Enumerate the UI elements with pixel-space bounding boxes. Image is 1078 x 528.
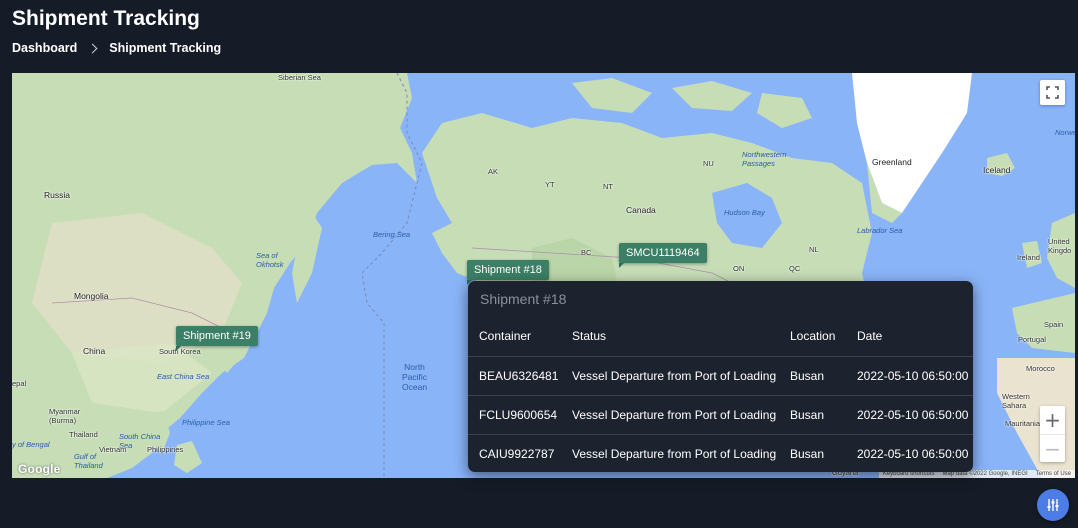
map-label-iceland: Iceland: [983, 165, 1011, 175]
map-label-canada: Canada: [626, 205, 656, 215]
container-table: Container Status Location Date BEAU63264…: [468, 317, 973, 473]
column-header-status: Status: [561, 317, 779, 357]
cell-container: CAIU9922787: [479, 446, 555, 461]
sliders-icon: [1047, 499, 1059, 511]
breadcrumb: Dashboard Shipment Tracking: [12, 41, 221, 55]
map-label-mongolia: Mongolia: [74, 291, 109, 301]
map-label-morocco: Morocco: [1026, 364, 1055, 373]
cell-date: 2022-05-10 06:50:00: [846, 395, 973, 435]
shipment-19-marker[interactable]: Shipment #19: [176, 326, 258, 351]
map-label-portugal: Portugal: [1018, 335, 1046, 344]
map-label-vietnam: Vietnam: [99, 445, 127, 454]
map-label-greenland: Greenland: [872, 157, 912, 167]
smcu-marker[interactable]: SMCU1119464: [619, 243, 707, 268]
map-label-nepal: epal: [12, 379, 27, 388]
cell-status: Vessel Departure from Port of Loading: [572, 446, 777, 461]
shipment-popup: Shipment #18 Container Status Location D…: [468, 281, 973, 472]
map-label-nt: NT: [603, 182, 613, 191]
map-label-bay-of-bengal: y of Bengal: [12, 440, 50, 449]
terms-link[interactable]: Terms of Use: [1036, 471, 1071, 477]
map-label-united-kingdom: United Kingdo: [1048, 237, 1072, 255]
map-label-bering-sea: Bering Sea: [373, 230, 411, 239]
map-label-nu: NU: [703, 159, 714, 168]
map-label-hudson-bay: Hudson Bay: [724, 208, 765, 217]
cell-location: Busan: [779, 356, 846, 396]
map-label-philippines: Philippines: [147, 445, 184, 454]
zoom-control: + −: [1040, 406, 1065, 462]
map-label-philippine-sea: Philippine Sea: [182, 418, 230, 427]
map-label-myanmar: Myanmar (Burma): [49, 407, 81, 425]
breadcrumb-current: Shipment Tracking: [109, 41, 222, 55]
map-label-qc: QC: [789, 264, 801, 273]
cell-status: Vessel Departure from Port of Loading: [561, 356, 779, 396]
table-row: BEAU6326481 Vessel Departure from Port o…: [468, 356, 973, 396]
zoom-out-button[interactable]: −: [1040, 434, 1065, 462]
map-label-russia: Russia: [44, 190, 70, 200]
cell-container: BEAU6326481: [468, 356, 561, 396]
fullscreen-icon: [1046, 86, 1059, 99]
map-label-spain: Spain: [1044, 320, 1064, 329]
cell-container: FCLU9600654: [468, 395, 561, 435]
chevron-right-icon: [87, 43, 98, 53]
settings-fab[interactable]: [1037, 489, 1069, 521]
cell-date: 2022-05-10 06:50:00: [857, 446, 969, 461]
map-label-northwestern-passages: Northwestern Passages: [742, 150, 787, 168]
map-label-norway-edge: Norwe: [1055, 128, 1075, 137]
cell-status: Vessel Departure from Port of Loading: [561, 395, 779, 435]
breadcrumb-dashboard[interactable]: Dashboard: [12, 41, 77, 55]
cell-location: Busan: [790, 446, 825, 461]
map-label-yt: YT: [545, 180, 555, 189]
column-header-container: Container: [468, 317, 561, 357]
map-label-ak: AK: [488, 167, 499, 176]
map-label-north-pacific-ocean: North Pacific Ocean: [402, 362, 428, 392]
map-label-thailand: Thailand: [69, 430, 98, 439]
map-label-mauritania: Mauritania: [1005, 419, 1041, 428]
map-label-bc: BC: [581, 248, 592, 257]
map-label-ireland: Ireland: [1017, 253, 1040, 262]
map-label-china: China: [83, 346, 106, 356]
table-header-row: Container Status Location Date: [468, 317, 973, 357]
map-label-east-china-sea: East China Sea: [157, 372, 210, 381]
map-label-sea-of-okhotsk: Sea of Okhotsk: [256, 251, 284, 269]
cell-location: Busan: [779, 395, 846, 435]
page-title: Shipment Tracking: [12, 7, 200, 30]
map-label-labrador-sea: Labrador Sea: [857, 226, 903, 235]
fullscreen-button[interactable]: [1040, 80, 1065, 105]
popup-title: Shipment #18: [480, 291, 567, 307]
table-row: FCLU9600654 Vessel Departure from Port o…: [468, 395, 973, 435]
column-header-date: Date: [846, 317, 973, 357]
map-label-western-sahara: Western Sahara: [1002, 392, 1030, 410]
map-label-gulf-of-thailand: Gulf of Thailand: [74, 452, 103, 470]
shipment-18-marker[interactable]: Shipment #18: [467, 260, 549, 285]
cell-date: 2022-05-10 06:50:00: [846, 356, 973, 396]
google-logo[interactable]: Google: [18, 462, 61, 476]
table-row: CAIU9922787 Vessel Departure from Port o…: [468, 434, 973, 473]
map-label-siberian-sea: Siberian Sea: [278, 73, 321, 82]
map-label-on: ON: [733, 264, 745, 273]
map-label-nl: NL: [809, 245, 819, 254]
zoom-in-button[interactable]: +: [1040, 406, 1065, 434]
column-header-location: Location: [779, 317, 846, 357]
